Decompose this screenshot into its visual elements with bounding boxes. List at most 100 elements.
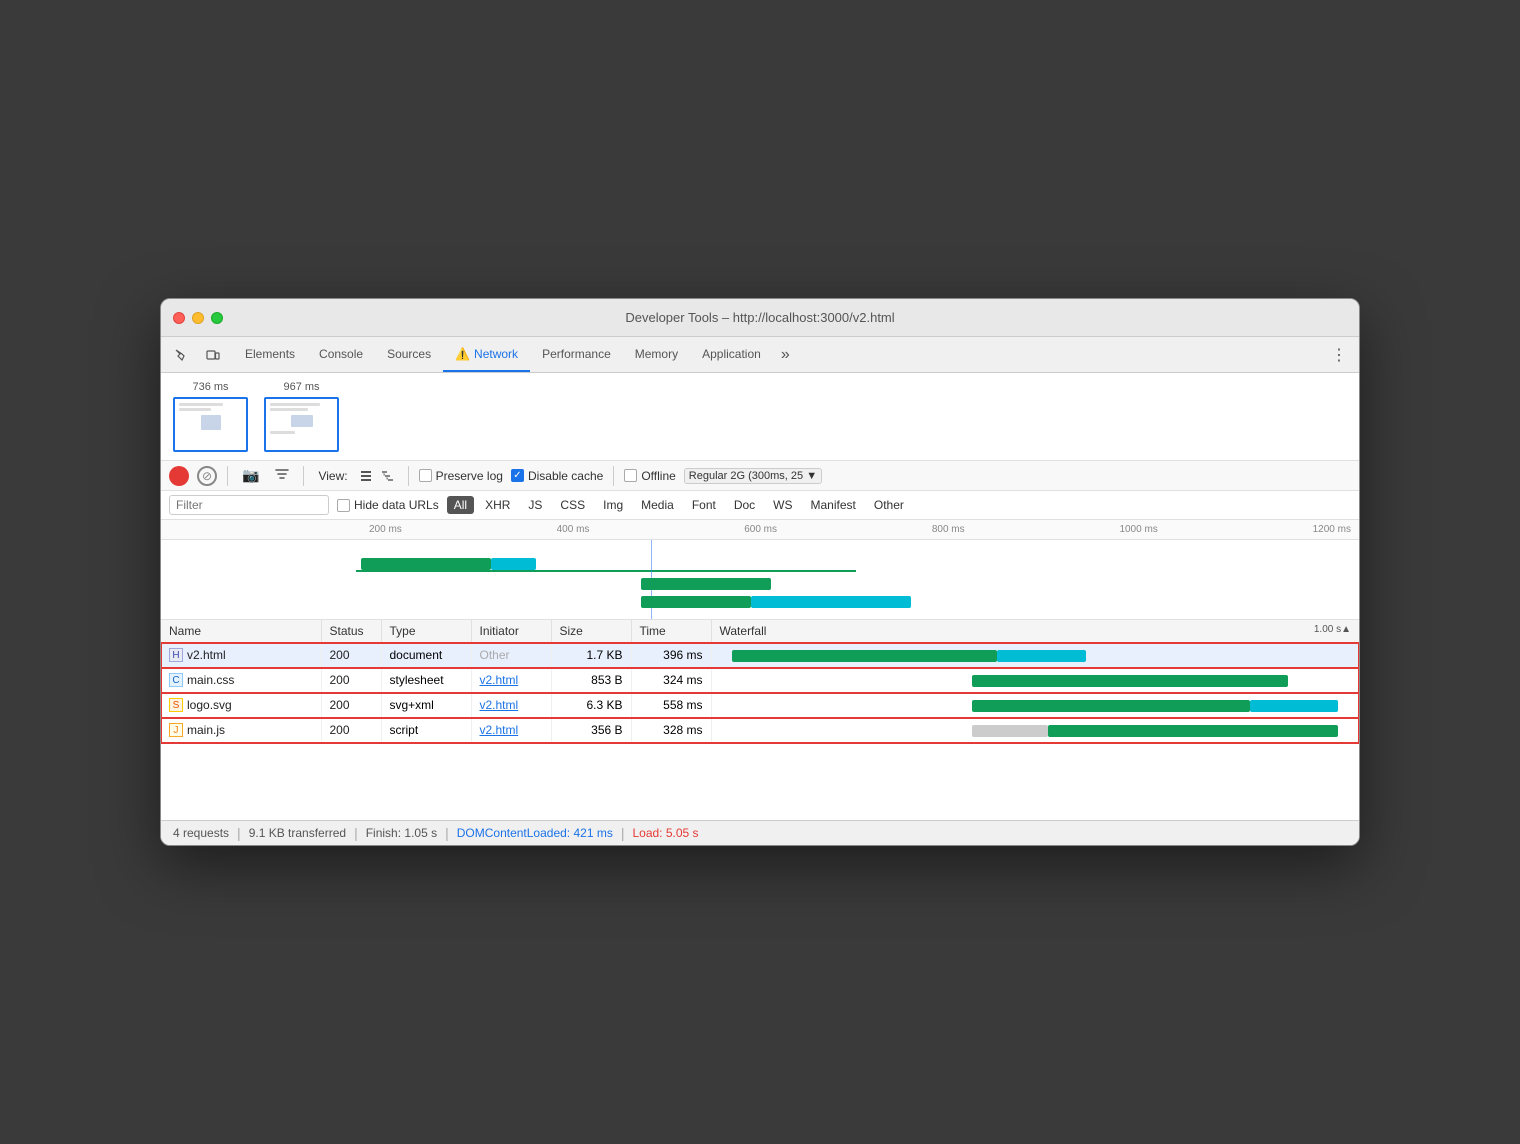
tab-elements[interactable]: Elements [233, 337, 307, 372]
finish-time: Finish: 1.05 s [366, 826, 437, 840]
status-cell: 200 [321, 643, 381, 668]
filter-img-btn[interactable]: Img [596, 496, 630, 514]
film-thumb-2[interactable]: 967 ms [264, 381, 339, 452]
tab-network[interactable]: ⚠️ Network [443, 337, 530, 372]
th-type[interactable]: Type [381, 620, 471, 643]
camera-icon[interactable]: 📷 [238, 465, 263, 486]
film-thumb-1[interactable]: 736 ms [173, 381, 248, 452]
time-cell: 558 ms [631, 693, 711, 718]
wf-chart-bar-1-green [361, 558, 491, 570]
wf-chart-bar-3-cyan [751, 596, 911, 608]
initiator-cell[interactable]: v2.html [471, 693, 551, 718]
record-button[interactable] [169, 466, 189, 486]
traffic-lights [173, 312, 223, 324]
th-initiator[interactable]: Initiator [471, 620, 551, 643]
wf-chart-bar-1-cyan [491, 558, 536, 570]
filter-input[interactable] [176, 498, 322, 512]
transferred: 9.1 KB transferred [249, 826, 346, 840]
table-row[interactable]: H v2.html 200documentOther1.7 KB396 ms [161, 643, 1359, 668]
initiator-link[interactable]: v2.html [480, 723, 519, 737]
close-button[interactable] [173, 312, 185, 324]
filter-icon[interactable] [271, 465, 293, 486]
filter-media-btn[interactable]: Media [634, 496, 681, 514]
ruler-mark-1: 400 ms [557, 524, 590, 535]
devtools-icons [169, 337, 225, 372]
initiator-link[interactable]: v2.html [480, 673, 519, 687]
th-time[interactable]: Time [631, 620, 711, 643]
th-size[interactable]: Size [551, 620, 631, 643]
hide-data-urls-checkbox[interactable]: Hide data URLs [337, 498, 439, 512]
th-name[interactable]: Name [161, 620, 321, 643]
table-row[interactable]: J main.js 200script v2.html 356 B328 ms [161, 718, 1359, 743]
waterfall-cell [711, 718, 1359, 743]
size-cell: 356 B [551, 718, 631, 743]
type-cell: script [381, 718, 471, 743]
type-cell: document [381, 643, 471, 668]
view-label: View: [318, 469, 347, 483]
waterfall-chart [161, 540, 1359, 620]
tab-console[interactable]: Console [307, 337, 375, 372]
film-frame-2 [264, 397, 339, 452]
waterfall-bar [972, 700, 1250, 712]
time-cell: 328 ms [631, 718, 711, 743]
filter-all-btn[interactable]: All [447, 496, 474, 514]
preserve-log-checkbox[interactable]: Preserve log [419, 469, 503, 483]
table-row[interactable]: S logo.svg 200svg+xmlv2.html6.3 KB558 ms [161, 693, 1359, 718]
devtools-window: Developer Tools – http://localhost:3000/… [160, 298, 1360, 846]
window-title: Developer Tools – http://localhost:3000/… [625, 310, 894, 325]
table-row[interactable]: C main.css 200stylesheetv2.html853 B324 … [161, 668, 1359, 693]
file-name-text: v2.html [187, 648, 226, 662]
ruler-marks: 200 ms 400 ms 600 ms 800 ms 1000 ms 1200… [369, 524, 1351, 535]
waterfall-bar [972, 725, 1048, 737]
initiator-link[interactable]: v2.html [480, 698, 519, 712]
file-name-cell: S logo.svg [169, 698, 313, 712]
list-view-icon[interactable] [356, 466, 376, 486]
tab-memory[interactable]: Memory [623, 337, 690, 372]
th-waterfall[interactable]: Waterfall 1.00 s▲ [711, 620, 1359, 643]
devtools-body: 736 ms 967 ms [161, 373, 1359, 845]
waterfall-bar [997, 650, 1085, 662]
more-tabs-button[interactable]: » [773, 337, 798, 372]
minimize-button[interactable] [192, 312, 204, 324]
film-time-1: 736 ms [192, 381, 228, 393]
clear-button[interactable]: ⊘ [197, 466, 217, 486]
file-name-cell: C main.css [169, 673, 313, 687]
timeline-ruler: 200 ms 400 ms 600 ms 800 ms 1000 ms 1200… [161, 520, 1359, 540]
filter-css-btn[interactable]: CSS [553, 496, 592, 514]
tab-performance[interactable]: Performance [530, 337, 623, 372]
throttle-select[interactable]: Regular 2G (300ms, 25 ▼ [684, 468, 822, 484]
filter-doc-btn[interactable]: Doc [727, 496, 762, 514]
file-name-cell: J main.js [169, 723, 313, 737]
filter-bar: Hide data URLs All XHR JS CSS Img Media … [161, 491, 1359, 520]
waterfall-bar [1250, 700, 1338, 712]
dom-content-loaded: DOMContentLoaded: 421 ms [457, 826, 613, 840]
filter-manifest-btn[interactable]: Manifest [804, 496, 863, 514]
status-cell: 200 [321, 718, 381, 743]
tab-sources[interactable]: Sources [375, 337, 443, 372]
table-container: Name Status Type Initiator Size Time Wat… [161, 620, 1359, 820]
filter-js-btn[interactable]: JS [521, 496, 549, 514]
offline-checkbox[interactable]: Offline [624, 469, 675, 483]
initiator-cell[interactable]: v2.html [471, 718, 551, 743]
tab-application[interactable]: Application [690, 337, 773, 372]
inspect-icon[interactable] [169, 343, 193, 367]
time-cell: 396 ms [631, 643, 711, 668]
filter-font-btn[interactable]: Font [685, 496, 723, 514]
filter-input-wrap [169, 495, 329, 515]
filter-xhr-btn[interactable]: XHR [478, 496, 517, 514]
initiator-cell[interactable]: v2.html [471, 668, 551, 693]
ruler-mark-4: 1000 ms [1119, 524, 1157, 535]
sort-arrow: 1.00 s▲ [1314, 624, 1351, 635]
th-status[interactable]: Status [321, 620, 381, 643]
filter-ws-btn[interactable]: WS [766, 496, 799, 514]
waterfall-cell [711, 693, 1359, 718]
size-cell: 1.7 KB [551, 643, 631, 668]
devtools-menu-icon[interactable]: ⋮ [1327, 343, 1351, 367]
tree-view-icon[interactable] [378, 466, 398, 486]
warning-icon: ⚠️ [455, 347, 470, 361]
filter-other-btn[interactable]: Other [867, 496, 911, 514]
maximize-button[interactable] [211, 312, 223, 324]
disable-cache-checkbox[interactable]: ✓ Disable cache [511, 469, 603, 483]
filmstrip: 736 ms 967 ms [161, 373, 1359, 461]
device-toggle-icon[interactable] [201, 343, 225, 367]
